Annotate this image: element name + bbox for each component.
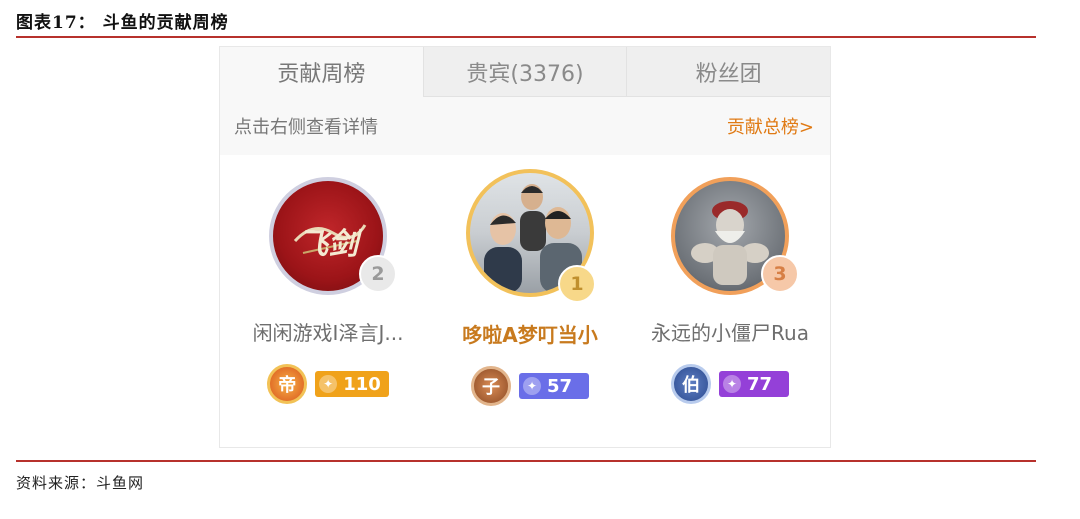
level-value: 77 (747, 373, 773, 395)
user-name[interactable]: 永远的小僵尸Rua (635, 317, 825, 346)
rank-2-entry[interactable]: 飞剑 2 闲闲游戏I泽言J... 帝 ✦ 110 (233, 177, 423, 404)
level-icon: ✦ (523, 377, 541, 395)
level-icon: ✦ (723, 375, 741, 393)
tab-vip[interactable]: 贵宾(3376) (422, 47, 627, 97)
noble-medal-icon: 子 (471, 366, 511, 406)
tab-bar: 贡献周榜 贵宾(3376) 粉丝团 (220, 47, 831, 97)
rank-badge: 1 (558, 265, 596, 303)
rank-badge: 3 (761, 255, 799, 293)
rank-3-entry[interactable]: 3 永远的小僵尸Rua 伯 ✦ 77 (635, 177, 825, 404)
figure-title: 图表17： 斗鱼的贡献周榜 (16, 13, 229, 33)
level-badge: ✦ 57 (519, 373, 589, 399)
avatar-logo-text: 飞剑 (298, 227, 358, 262)
tab-fan-club[interactable]: 粉丝团 (626, 47, 831, 97)
bottom-divider (16, 460, 1036, 462)
badge-row: 子 ✦ 57 (435, 366, 625, 406)
level-value: 57 (547, 375, 573, 397)
user-name[interactable]: 闲闲游戏I泽言J... (233, 317, 423, 346)
badge-row: 帝 ✦ 110 (233, 364, 423, 404)
level-value: 110 (343, 373, 381, 395)
level-badge: ✦ 110 (315, 371, 389, 397)
info-bar: 点击右侧查看详情 贡献总榜> (220, 97, 830, 155)
level-badge: ✦ 77 (719, 371, 789, 397)
source-note: 资料来源：斗鱼网 (16, 474, 145, 492)
noble-medal-icon: 伯 (671, 364, 711, 404)
rank-badge: 2 (359, 255, 397, 293)
total-ranking-link[interactable]: 贡献总榜> (727, 113, 814, 139)
rank-1-entry[interactable]: 1 哆啦A梦叮当小 子 ✦ 57 (435, 169, 625, 406)
details-hint: 点击右侧查看详情 (234, 117, 378, 138)
contribution-ranking-panel: 贡献周榜 贵宾(3376) 粉丝团 点击右侧查看详情 贡献总榜> 飞剑 2 闲闲… (219, 46, 831, 448)
top-divider (16, 36, 1036, 38)
noble-medal-icon: 帝 (267, 364, 308, 404)
user-name[interactable]: 哆啦A梦叮当小 (435, 319, 625, 348)
badge-row: 伯 ✦ 77 (635, 364, 825, 404)
ranking-podium: 飞剑 2 闲闲游戏I泽言J... 帝 ✦ 110 1 哆啦A梦叮当小 子 ✦ 5… (220, 155, 830, 447)
level-icon: ✦ (319, 375, 338, 393)
tab-weekly-contribution[interactable]: 贡献周榜 (220, 47, 423, 97)
